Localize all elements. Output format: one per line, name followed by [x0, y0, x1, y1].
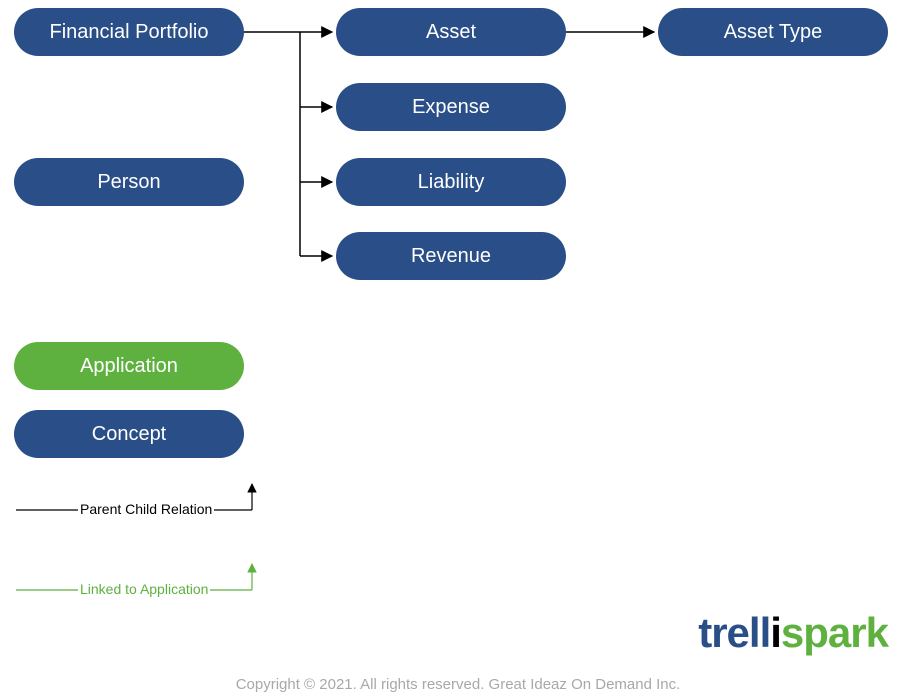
node-application: Application: [14, 342, 244, 390]
node-asset-type: Asset Type: [658, 8, 888, 56]
node-asset: Asset: [336, 8, 566, 56]
logo-part-2: i: [770, 609, 781, 656]
node-revenue: Revenue: [336, 232, 566, 280]
legend-linked-label: Linked to Application: [78, 581, 210, 597]
node-person: Person: [14, 158, 244, 206]
node-concept: Concept: [14, 410, 244, 458]
logo-part-1: trell: [698, 609, 770, 656]
logo-part-3: spark: [781, 609, 888, 656]
node-liability: Liability: [336, 158, 566, 206]
legend-parent-child-label: Parent Child Relation: [78, 501, 214, 517]
copyright-footer: Copyright © 2021. All rights reserved. G…: [0, 676, 916, 693]
node-financial-portfolio: Financial Portfolio: [14, 8, 244, 56]
trellispark-logo: trellispark: [698, 609, 888, 657]
node-expense: Expense: [336, 83, 566, 131]
